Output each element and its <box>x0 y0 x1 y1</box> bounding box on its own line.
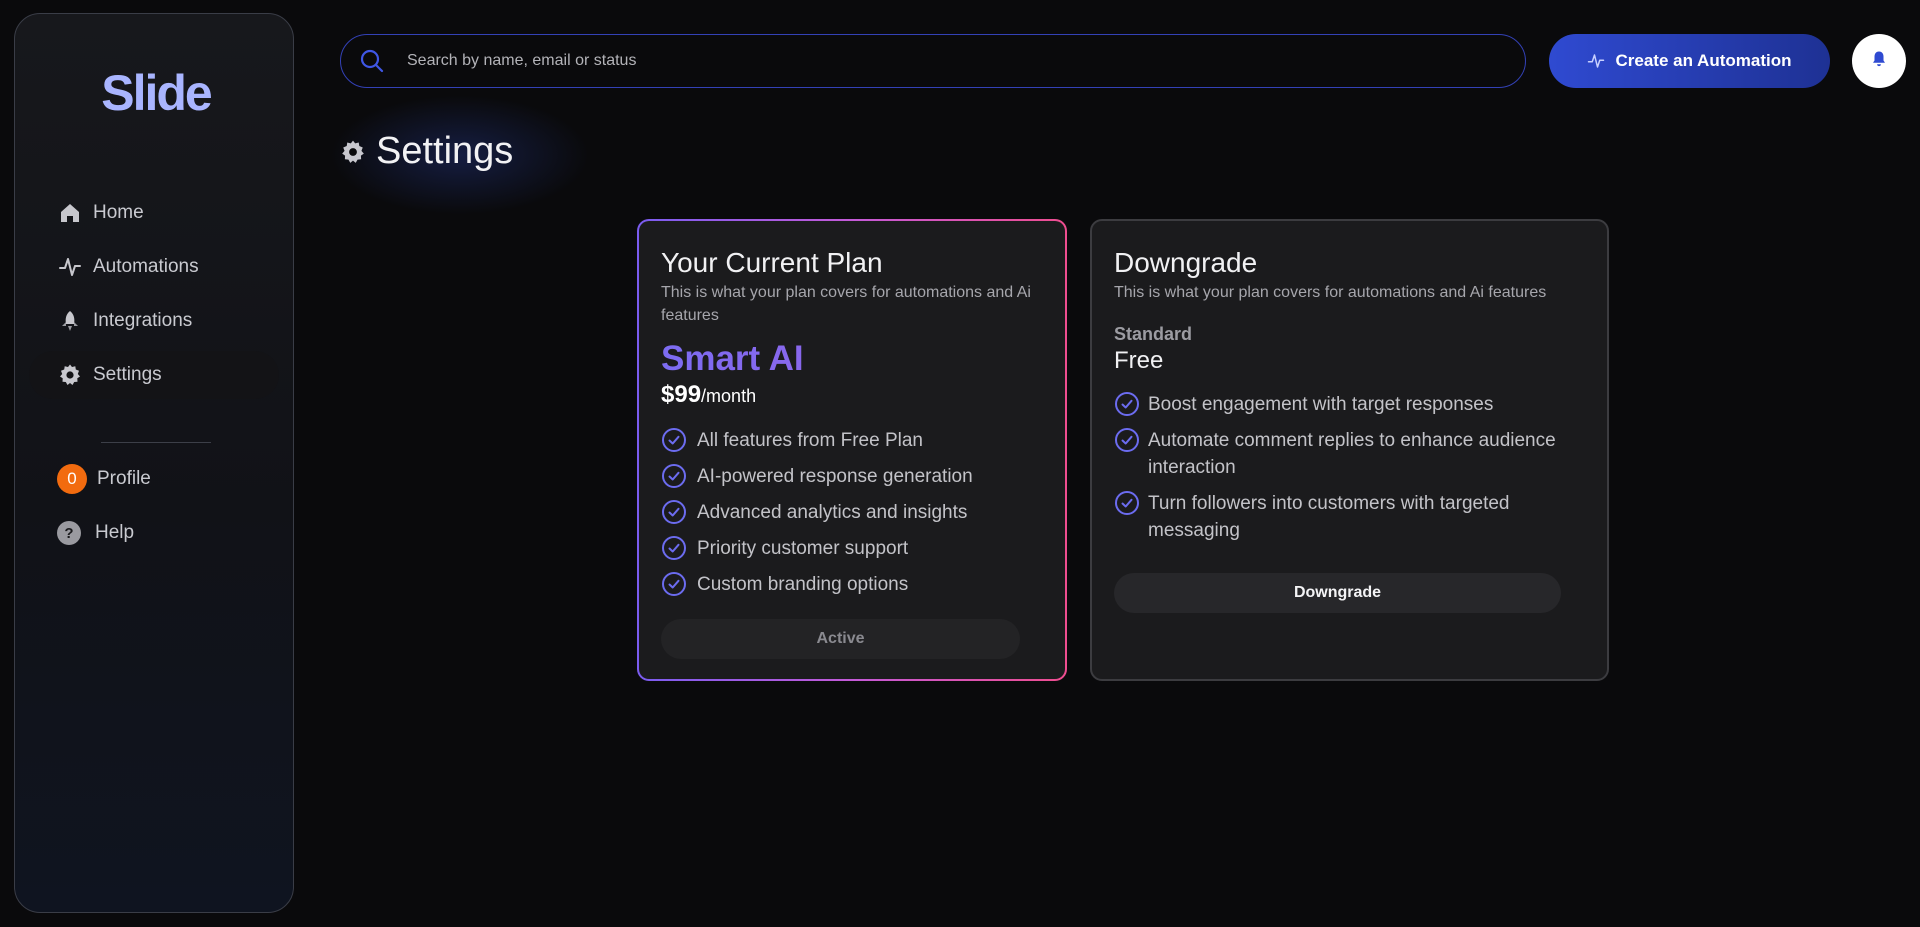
check-circle-icon <box>1115 491 1139 515</box>
current-plan-features: All features from Free Plan AI-powered r… <box>661 427 1043 598</box>
sidebar-item-automations[interactable]: Automations <box>29 243 279 291</box>
app-root: Slide Home Automations Integrations Sett… <box>0 0 1920 927</box>
sidebar-item-label: Automations <box>93 256 199 277</box>
plan-price-amount: $99 <box>661 381 702 408</box>
active-plan-button[interactable]: Active <box>661 619 1020 659</box>
plan-price: $99/month <box>661 381 1043 409</box>
tier-price: Free <box>1114 347 1164 374</box>
search-input[interactable] <box>407 52 1307 70</box>
feature-item: Automate comment replies to enhance audi… <box>1114 427 1585 481</box>
bell-icon <box>1870 50 1888 73</box>
check-circle-icon <box>1115 428 1139 452</box>
sidebar-item-integrations[interactable]: Integrations <box>29 297 279 345</box>
check-circle-icon <box>662 500 686 524</box>
svg-text:Slide: Slide <box>101 65 212 121</box>
check-circle-icon <box>662 428 686 452</box>
feature-item: Turn followers into customers with targe… <box>1114 490 1585 544</box>
create-automation-label: Create an Automation <box>1615 51 1792 70</box>
page-title-text: Settings <box>376 130 514 172</box>
search-bar <box>340 34 1526 88</box>
downgrade-button[interactable]: Downgrade <box>1114 573 1561 613</box>
feature-text: All features from Free Plan <box>697 430 923 451</box>
sidebar-item-label: Integrations <box>93 310 193 331</box>
sidebar-item-label: Help <box>95 522 135 543</box>
plan-price-period: /month <box>701 386 757 406</box>
sidebar-item-home[interactable]: Home <box>29 189 279 237</box>
tier-name: Standard <box>1114 324 1193 344</box>
feature-item: Advanced analytics and insights <box>661 499 1043 526</box>
activity-icon <box>1587 52 1605 70</box>
feature-text: Turn followers into customers with targe… <box>1148 493 1510 541</box>
feature-item: Custom branding options <box>661 571 1043 598</box>
check-circle-icon <box>662 572 686 596</box>
current-plan-title: Your Current Plan <box>661 247 883 278</box>
downgrade-plan-subtitle: This is what your plan covers for automa… <box>1114 284 1547 301</box>
sidebar-item-profile[interactable]: 0 Profile <box>29 455 279 503</box>
downgrade-plan-card: Downgrade This is what your plan covers … <box>1090 219 1609 681</box>
feature-item: Priority customer support <box>661 535 1043 562</box>
activity-icon <box>57 254 83 280</box>
plan-name: Smart AI <box>661 339 1043 379</box>
gear-icon <box>340 139 366 165</box>
check-circle-icon <box>1115 392 1139 416</box>
sidebar-divider <box>101 442 211 443</box>
home-icon <box>57 200 83 226</box>
app-logo[interactable]: Slide <box>91 64 221 124</box>
downgrade-plan-content: Downgrade This is what your plan covers … <box>1114 247 1585 553</box>
current-plan-subtitle: This is what your plan covers for automa… <box>661 284 1031 324</box>
feature-item: Boost engagement with target responses <box>1114 391 1585 418</box>
downgrade-plan-features: Boost engagement with target responses A… <box>1114 391 1585 544</box>
help-icon: ? <box>57 521 81 545</box>
feature-item: All features from Free Plan <box>661 427 1043 454</box>
create-automation-button[interactable]: Create an Automation <box>1549 34 1830 88</box>
notifications-button[interactable] <box>1852 34 1906 88</box>
current-plan-content: Your Current Plan This is what your plan… <box>661 247 1043 607</box>
page-title: Settings <box>340 130 513 173</box>
downgrade-plan-title: Downgrade <box>1114 247 1258 278</box>
sidebar: Slide Home Automations Integrations Sett… <box>14 13 294 913</box>
feature-text: Priority customer support <box>697 538 909 559</box>
sidebar-item-label: Home <box>93 202 144 223</box>
sidebar-secondary-nav: 0 Profile ? Help <box>29 455 279 563</box>
gear-icon <box>57 362 83 388</box>
sidebar-item-label: Profile <box>97 468 151 489</box>
rocket-icon <box>57 308 83 334</box>
feature-text: AI-powered response generation <box>697 466 973 487</box>
profile-avatar: 0 <box>57 464 87 494</box>
current-plan-card: Your Current Plan This is what your plan… <box>637 219 1067 681</box>
check-circle-icon <box>662 464 686 488</box>
feature-text: Boost engagement with target responses <box>1148 394 1494 415</box>
sidebar-item-help[interactable]: ? Help <box>29 509 279 557</box>
feature-text: Advanced analytics and insights <box>697 502 968 523</box>
feature-text: Custom branding options <box>697 574 909 595</box>
sidebar-nav: Home Automations Integrations Settings <box>29 189 279 405</box>
check-circle-icon <box>662 536 686 560</box>
sidebar-item-settings[interactable]: Settings <box>29 351 279 399</box>
sidebar-item-label: Settings <box>93 364 162 385</box>
feature-item: AI-powered response generation <box>661 463 1043 490</box>
feature-text: Automate comment replies to enhance audi… <box>1148 430 1556 478</box>
search-icon <box>359 48 393 74</box>
